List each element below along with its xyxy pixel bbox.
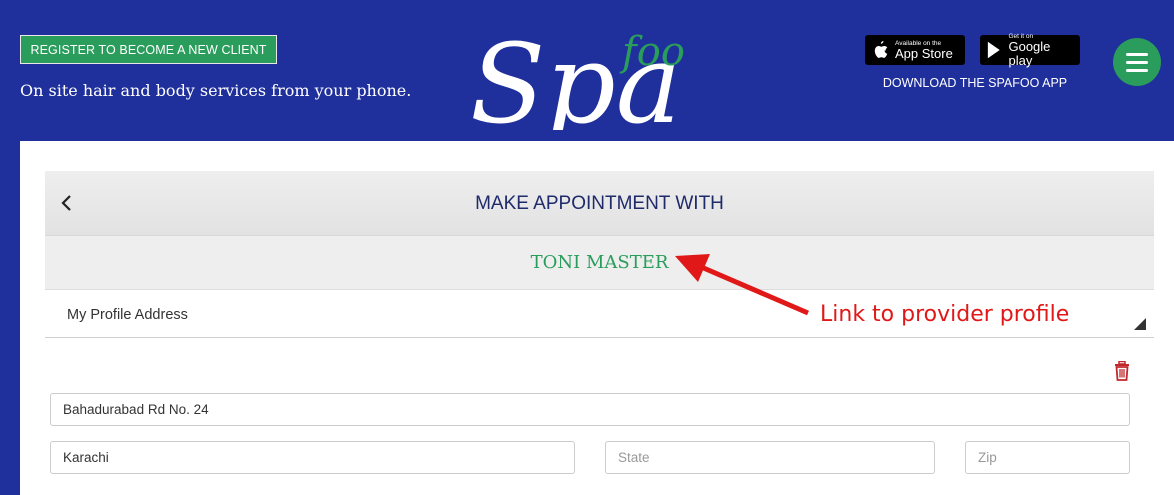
hamburger-icon-bar <box>1126 60 1148 64</box>
google-play-badge[interactable]: Get it on Google play <box>980 33 1080 68</box>
google-play-icon <box>987 41 1000 59</box>
city-input[interactable] <box>50 441 575 474</box>
appointment-title: MAKE APPOINTMENT WITH <box>475 193 724 214</box>
main-content: MAKE APPOINTMENT WITH TONI MASTER My Pro… <box>20 141 1174 495</box>
annotation-label: Link to provider profile <box>820 302 1070 327</box>
dropdown-caret-icon <box>1134 318 1146 330</box>
apple-icon <box>874 41 888 58</box>
appointment-header: MAKE APPOINTMENT WITH <box>45 171 1154 236</box>
register-button[interactable]: REGISTER TO BECOME A NEW CLIENT <box>20 35 277 64</box>
provider-row: TONI MASTER <box>45 236 1154 290</box>
download-app-text: DOWNLOAD THE SPAFOO APP <box>882 76 1068 90</box>
app-store-badge[interactable]: Available on the App Store <box>865 35 965 65</box>
zip-input[interactable] <box>965 441 1130 474</box>
address-select-value: My Profile Address <box>67 307 188 323</box>
street-address-input[interactable] <box>50 393 1130 426</box>
spafoo-logo[interactable]: Spa foo <box>470 10 715 130</box>
google-play-large: Google play <box>1008 38 1051 68</box>
hamburger-icon-bar <box>1126 52 1148 56</box>
logo-text-small: foo <box>619 29 685 75</box>
trash-icon[interactable] <box>1113 361 1131 381</box>
tagline: On site hair and body services from your… <box>20 81 412 100</box>
state-input[interactable] <box>605 441 935 474</box>
app-store-large: App Store <box>895 45 953 61</box>
annotation-arrow <box>675 254 809 316</box>
provider-profile-link[interactable]: TONI MASTER <box>45 252 1154 273</box>
hamburger-icon-bar <box>1126 68 1148 72</box>
menu-button[interactable] <box>1113 38 1161 86</box>
